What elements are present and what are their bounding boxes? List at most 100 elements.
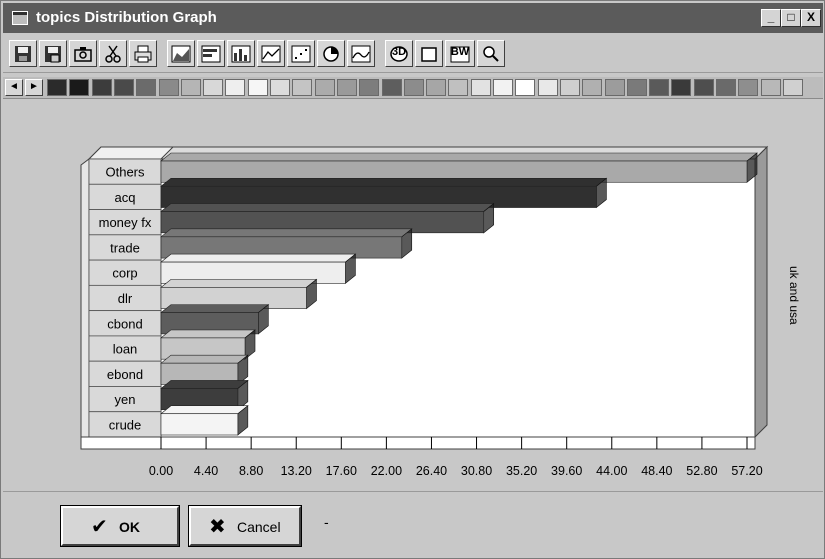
palette-scroll-right-button[interactable]: ►: [25, 79, 43, 96]
palette-swatch[interactable]: [426, 79, 447, 96]
category-column-top: [87, 146, 175, 160]
palette-swatch[interactable]: [47, 79, 67, 96]
palette-swatch[interactable]: [716, 79, 736, 96]
category-label: ebond: [107, 367, 143, 382]
bar-top-face: [160, 152, 758, 162]
palette-swatch[interactable]: [493, 79, 513, 96]
palette-scroll-left-button[interactable]: ◄: [5, 79, 23, 96]
bar-top-face: [160, 279, 318, 288]
bar-top-face: [160, 228, 413, 238]
palette-swatch[interactable]: [738, 79, 759, 96]
title-bar[interactable]: topics Distribution Graph _ □ X: [3, 3, 823, 33]
x-tick-label: 44.00: [596, 464, 627, 478]
black-white-button[interactable]: BW: [445, 40, 475, 67]
line-chart-button[interactable]: [257, 40, 285, 67]
palette-swatch[interactable]: [113, 79, 134, 96]
line-chart-icon: [261, 45, 281, 63]
pie-chart-icon: [323, 46, 339, 62]
bar-chart-icon: [231, 45, 251, 63]
palette-swatch[interactable]: [582, 79, 603, 96]
close-button[interactable]: X: [801, 9, 821, 27]
window-icon: [12, 11, 28, 25]
palette-swatch[interactable]: [470, 79, 491, 96]
save-as-button[interactable]: [39, 40, 67, 67]
palette-swatch[interactable]: [693, 79, 714, 96]
palette-swatch[interactable]: [270, 79, 290, 96]
scatter-chart-button[interactable]: [287, 40, 315, 67]
palette-swatch[interactable]: [69, 79, 90, 96]
palette-swatch[interactable]: [403, 79, 424, 96]
3d-toggle-button[interactable]: 3D: [385, 40, 413, 67]
area-chart-button[interactable]: [167, 40, 195, 67]
horizontal-bar-chart-icon: [201, 45, 221, 63]
frame-icon: [421, 47, 437, 62]
category-label: yen: [115, 392, 136, 407]
button-bar: ✔ OK ✖ Cancel -: [3, 491, 823, 558]
category-label: loan: [113, 342, 138, 357]
pie-chart-button[interactable]: [317, 40, 345, 67]
bar-top-face: [160, 354, 249, 364]
palette-swatch[interactable]: [559, 79, 580, 96]
x-tick-label: 13.20: [281, 464, 312, 478]
palette-swatch[interactable]: [782, 79, 803, 96]
checkmark-icon: ✔: [91, 516, 108, 538]
ok-button[interactable]: ✔ OK: [60, 505, 180, 547]
zoom-button[interactable]: [477, 40, 505, 67]
chart-panel: Others acq money fx trade corp dlr cbond loan eb…: [3, 101, 823, 489]
palette-swatch[interactable]: [626, 79, 647, 96]
bar-top-face: [160, 405, 249, 415]
arrow-left-icon: ◄: [9, 81, 19, 92]
series-label: uk and usa: [787, 266, 801, 325]
palette-swatch[interactable]: [292, 79, 313, 96]
palette-swatch[interactable]: [671, 79, 692, 96]
zoom-icon: [483, 46, 499, 62]
black-white-label: BW: [450, 46, 470, 58]
palette-swatch[interactable]: [225, 79, 246, 96]
category-label: crude: [109, 417, 142, 432]
bar-top-face: [160, 329, 256, 339]
minimize-button[interactable]: _: [761, 9, 781, 27]
x-tick-label: 0.00: [149, 464, 173, 478]
palette-swatch[interactable]: [336, 79, 357, 96]
horizontal-bar-chart: Others acq money fx trade corp dlr cbond loan eb…: [80, 145, 769, 478]
x-axis-strip: [80, 436, 756, 450]
palette-swatch[interactable]: [158, 79, 179, 96]
palette-swatch[interactable]: [760, 79, 781, 96]
x-tick-label: 35.20: [506, 464, 537, 478]
camera-button[interactable]: [69, 40, 97, 67]
maximize-button[interactable]: □: [781, 9, 801, 27]
cancel-button[interactable]: ✖ Cancel: [188, 505, 302, 547]
palette-swatch[interactable]: [604, 79, 625, 96]
window-title: topics Distribution Graph: [36, 9, 217, 26]
palette-swatch[interactable]: [359, 79, 380, 96]
arrow-right-icon: ►: [29, 81, 39, 92]
save-icon: [15, 46, 31, 62]
palette-swatch[interactable]: [247, 79, 268, 96]
plot-left-wall: [80, 158, 90, 444]
palette-swatch[interactable]: [649, 79, 670, 96]
palette-swatch[interactable]: [91, 79, 112, 96]
ok-label: OK: [119, 519, 140, 535]
print-button[interactable]: [129, 40, 157, 67]
palette-swatch[interactable]: [314, 79, 335, 96]
palette-swatch[interactable]: [537, 79, 558, 96]
bar-top-face: [160, 380, 249, 389]
chart-toolbar: 3D BW: [3, 35, 823, 73]
bar-top-face: [160, 177, 608, 187]
palette-swatch[interactable]: [180, 79, 201, 96]
palette-swatch[interactable]: [381, 79, 402, 96]
save-as-icon: [45, 46, 61, 63]
curve-chart-button[interactable]: [347, 40, 375, 67]
bar-chart-button[interactable]: [227, 40, 255, 67]
horizontal-bar-chart-button[interactable]: [197, 40, 225, 67]
curve-chart-icon: [351, 45, 371, 63]
category-label: acq: [115, 190, 136, 205]
palette-swatch[interactable]: [203, 79, 224, 96]
cut-button[interactable]: [99, 40, 127, 67]
save-button[interactable]: [9, 40, 37, 67]
camera-icon: [74, 47, 92, 62]
palette-swatch[interactable]: [448, 79, 469, 96]
frame-button[interactable]: [415, 40, 443, 67]
palette-swatch[interactable]: [136, 79, 157, 96]
palette-swatch[interactable]: [515, 79, 536, 96]
